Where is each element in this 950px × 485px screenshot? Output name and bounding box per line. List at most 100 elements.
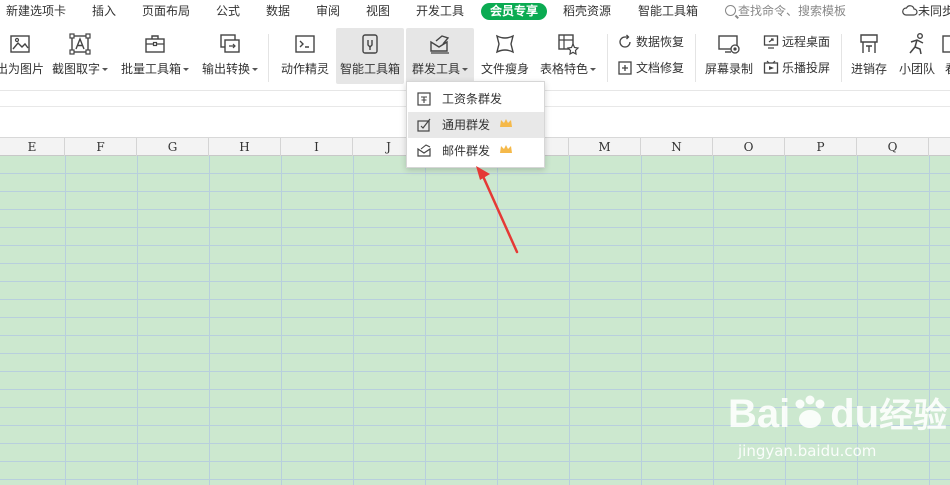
column-header-f[interactable]: F [65, 138, 137, 156]
chevron-down-icon [462, 68, 468, 71]
watermark-logo: Bai du经验 [728, 390, 947, 440]
remote-desktop-label: 远程桌面 [782, 35, 831, 49]
small-team-label: 小团队 [898, 62, 935, 76]
doc-repair-button[interactable]: 文档修复 [617, 58, 684, 78]
chevron-down-icon [252, 68, 258, 71]
dropdown-item-payslip-send[interactable]: 工资条群发 [408, 86, 544, 112]
repair-icon [618, 61, 632, 75]
ribbon-divider [268, 34, 269, 82]
partial-tool-button[interactable]: 看 [941, 28, 950, 84]
data-recovery-label: 数据恢复 [636, 35, 685, 49]
output-convert-button[interactable]: 输出转换 [198, 28, 262, 84]
smart-toolbox-label: 智能工具箱 [339, 62, 400, 76]
toolbox-icon [145, 35, 165, 53]
chevron-down-icon [183, 68, 189, 71]
sync-label: 未同步 [918, 4, 950, 18]
ribbon-divider [607, 34, 608, 82]
screenshot-ocr-button[interactable]: 截图取字 [50, 28, 110, 84]
ribbon-divider [695, 34, 696, 82]
column-header-g[interactable]: G [137, 138, 209, 156]
watermark-url: jingyan.baidu.com [738, 442, 877, 460]
tab-smart-toolbox[interactable]: 智能工具箱 [638, 3, 698, 20]
ribbon-toolbar: 出为图片 截图取字 批量工具箱 输出转换 动作精灵 智能工具箱 群发工具 文件瘦… [0, 22, 950, 90]
table-features-button[interactable]: 表格特色 [536, 28, 600, 84]
tab-review[interactable]: 审阅 [316, 3, 340, 20]
crown-icon [500, 145, 512, 153]
remote-desktop-icon [763, 35, 779, 49]
chevron-down-icon [102, 68, 108, 71]
tab-member-exclusive[interactable]: 会员专享 [481, 3, 548, 20]
mass-send-label: 群发工具 [411, 62, 460, 76]
mass-send-icon [430, 35, 450, 54]
partial-tool-icon [942, 35, 950, 53]
smart-tool-icon [362, 34, 378, 54]
tab-developer[interactable]: 开发工具 [416, 3, 464, 20]
search-placeholder: 查找命令、搜索模板 [738, 4, 847, 18]
partial-tool-label: 看 [941, 61, 950, 77]
column-header-q[interactable]: Q [857, 138, 929, 156]
column-header-i[interactable]: I [281, 138, 353, 156]
screen-record-button[interactable]: 屏幕录制 [700, 28, 758, 84]
tab-formula[interactable]: 公式 [216, 3, 240, 20]
file-compress-icon [495, 34, 515, 54]
mass-send-button[interactable]: 群发工具 [406, 28, 474, 84]
output-convert-label: 输出转换 [201, 62, 250, 76]
spreadsheet-window: 新建选项卡 插入 页面布局 公式 数据 审阅 视图 开发工具 会员专享 稻壳资源… [0, 0, 950, 485]
dropdown-item-general-send[interactable]: 通用群发 [408, 112, 544, 138]
cloud-icon [902, 5, 918, 16]
screen-cast-label: 乐播投屏 [782, 61, 831, 75]
annotation-arrow-icon [476, 166, 519, 254]
screen-cast-icon [763, 60, 779, 74]
tab-data[interactable]: 数据 [266, 3, 290, 20]
general-send-icon [417, 118, 431, 132]
baidu-jingyan-watermark: Bai du经验 jingyan.baidu.com [728, 390, 947, 470]
column-header-n[interactable]: N [641, 138, 713, 156]
screen-record-label: 屏幕录制 [704, 62, 753, 76]
tab-docer-resources[interactable]: 稻壳资源 [563, 3, 611, 20]
screen-cast-button[interactable]: 乐播投屏 [763, 58, 830, 78]
action-wizard-label: 动作精灵 [280, 62, 329, 76]
batch-toolbox-label: 批量工具箱 [120, 62, 181, 76]
image-export-icon [10, 35, 30, 53]
chevron-down-icon [590, 68, 596, 71]
payslip-icon [417, 92, 431, 106]
paw-icon [795, 395, 825, 428]
tab-page-layout[interactable]: 页面布局 [142, 3, 190, 20]
column-header-h[interactable]: H [209, 138, 281, 156]
action-wizard-button[interactable]: 动作精灵 [277, 28, 333, 84]
payslip-send-label: 工资条群发 [442, 92, 503, 106]
tab-insert[interactable]: 插入 [92, 3, 116, 20]
file-slim-button[interactable]: 文件瘦身 [478, 28, 532, 84]
tab-new-tab[interactable]: 新建选项卡 [6, 3, 66, 20]
remote-desktop-button[interactable]: 远程桌面 [763, 32, 830, 52]
watermark-logo-cn: 经验 [879, 397, 948, 435]
team-person-icon [909, 33, 924, 55]
table-features-label: 表格特色 [539, 62, 588, 76]
batch-toolbox-button[interactable]: 批量工具箱 [118, 28, 192, 84]
ribbon-divider [841, 34, 842, 82]
screenshot-ocr-label: 截图取字 [51, 62, 100, 76]
column-header-o[interactable]: O [713, 138, 785, 156]
mass-send-dropdown: 工资条群发 通用群发 邮件群发 [406, 81, 545, 168]
recovery-icon [619, 34, 631, 48]
sync-status[interactable]: 未同步 [902, 3, 950, 20]
search-icon [725, 5, 736, 16]
general-send-label: 通用群发 [442, 118, 491, 132]
column-header-p[interactable]: P [785, 138, 857, 156]
watermark-logo-du: du [830, 392, 880, 436]
invoicing-label: 进销存 [850, 62, 887, 76]
tab-view[interactable]: 视图 [366, 3, 390, 20]
table-star-icon [558, 34, 580, 56]
inventory-icon [860, 34, 878, 53]
export-image-label: 出为图片 [0, 62, 45, 76]
command-search[interactable]: 查找命令、搜索模板 [725, 3, 846, 20]
data-recovery-button[interactable]: 数据恢复 [617, 32, 684, 52]
smart-toolbox-button[interactable]: 智能工具箱 [336, 28, 404, 84]
invoicing-button[interactable]: 进销存 [846, 28, 892, 84]
column-header-m[interactable]: M [569, 138, 641, 156]
column-header-e[interactable]: E [0, 138, 65, 156]
doc-repair-label: 文档修复 [636, 61, 685, 75]
export-image-button[interactable]: 出为图片 [0, 28, 44, 84]
menu-bar: 新建选项卡 插入 页面布局 公式 数据 审阅 视图 开发工具 会员专享 稻壳资源… [0, 0, 950, 22]
small-team-button[interactable]: 小团队 [895, 28, 939, 84]
